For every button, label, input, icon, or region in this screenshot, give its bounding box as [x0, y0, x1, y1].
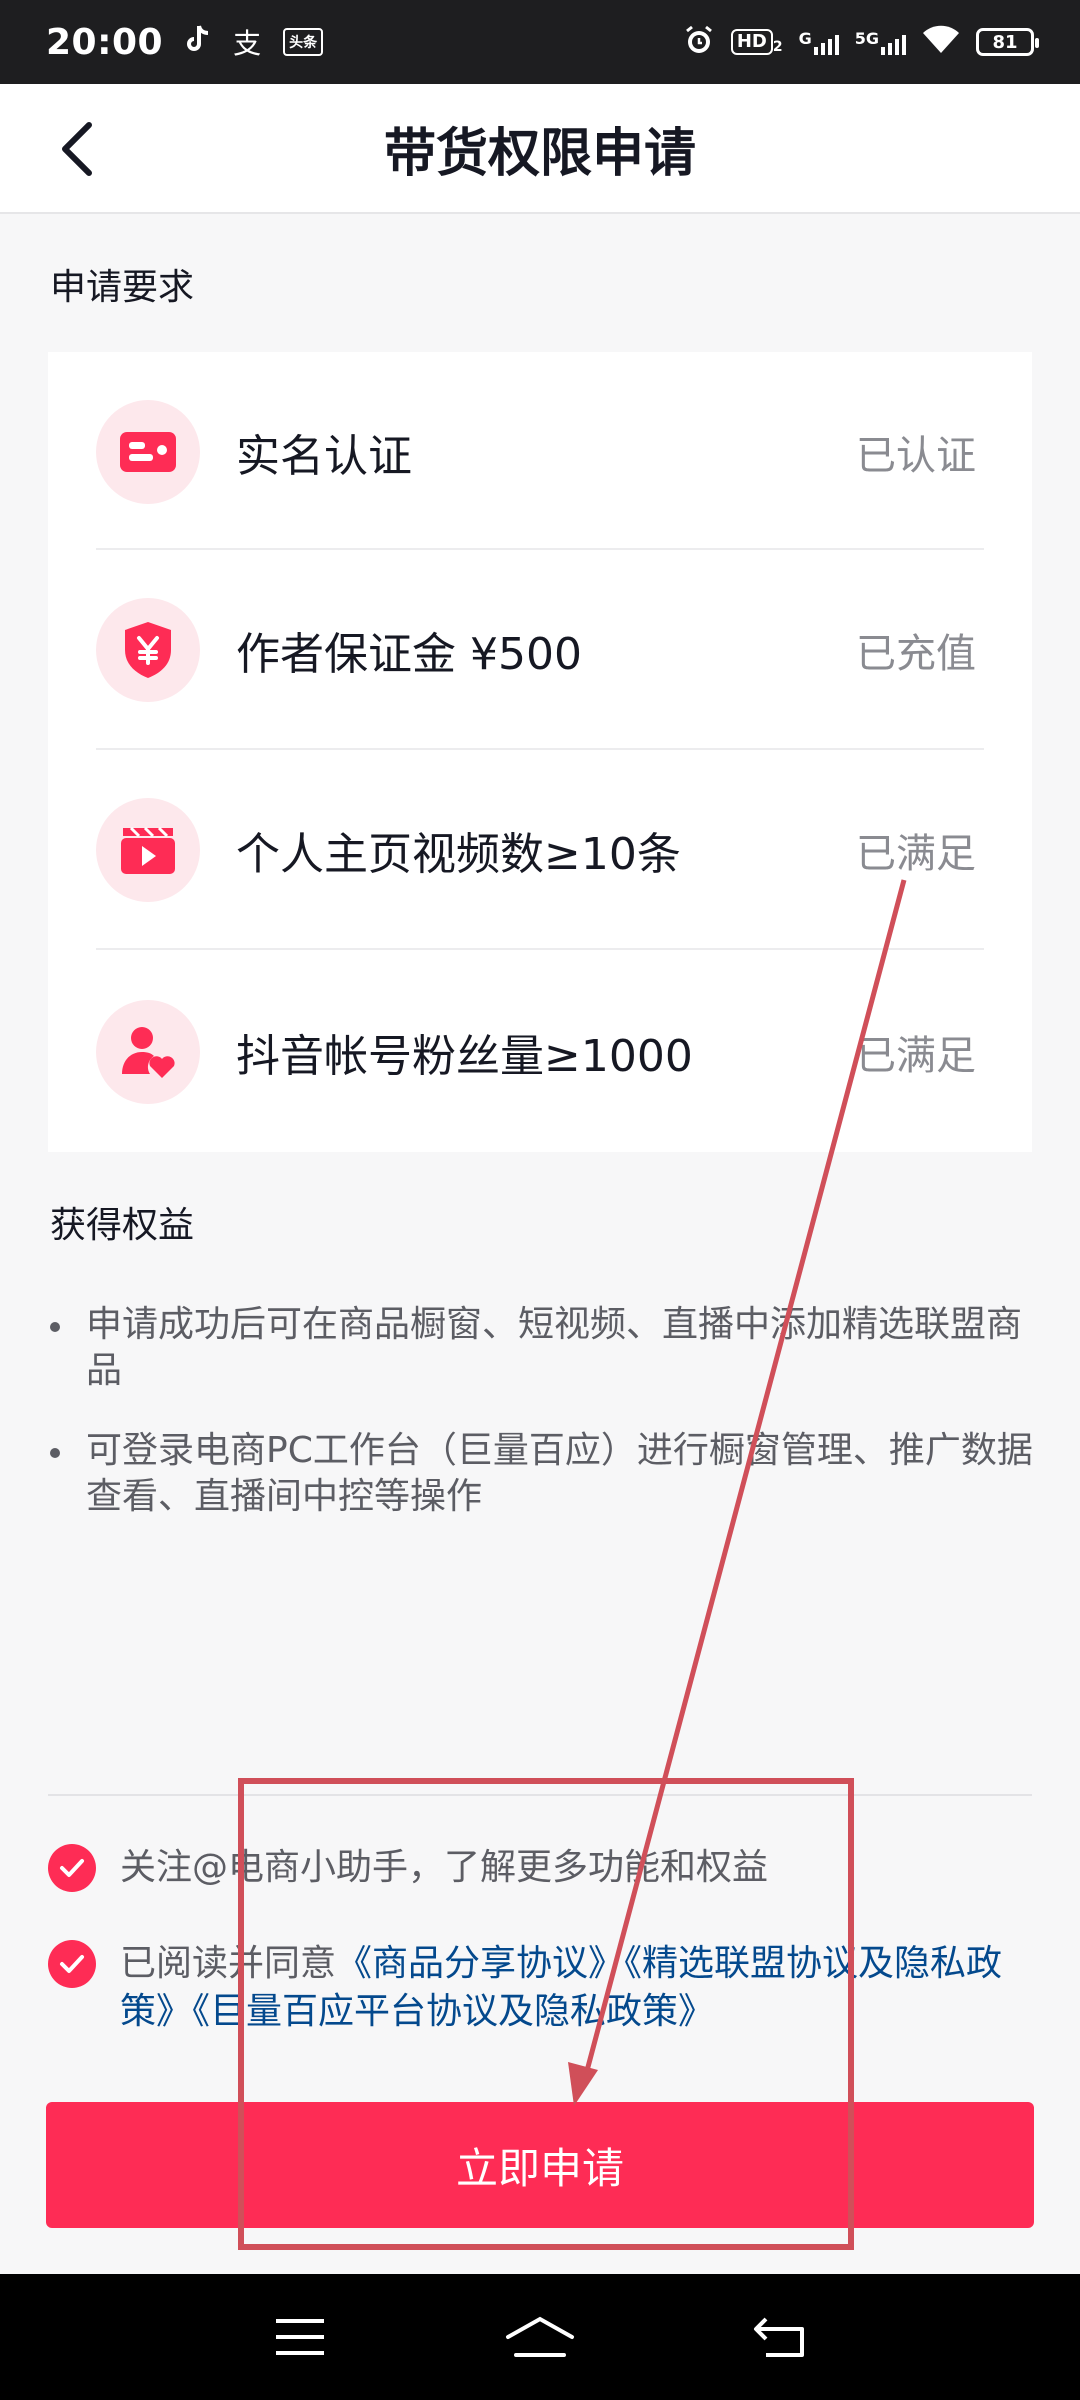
battery-level: 81: [992, 31, 1018, 53]
requirement-label: 个人主页视频数≥10条: [236, 829, 681, 880]
requirement-row: 作者保证金 ¥500 已充值: [96, 550, 984, 750]
terms-prefix: 已阅读并同意: [120, 1943, 337, 1984]
menu-button[interactable]: [260, 2297, 340, 2377]
status-right: HD 2 G 5G 81: [683, 24, 1039, 60]
back-arrow-icon: [62, 122, 92, 176]
wifi-icon: [922, 25, 960, 59]
video-clapper-icon: [96, 798, 200, 902]
alipay-icon: 支: [233, 27, 262, 60]
page-title: 带货权限申请: [383, 123, 696, 184]
signal-1: G: [799, 29, 839, 55]
back-system-button[interactable]: [740, 2297, 820, 2377]
check-icon: [60, 1955, 84, 1973]
benefit-item: 申请成功后可在商品橱窗、短视频、直播中添加精选联盟商品: [50, 1302, 1034, 1394]
requirement-label: 实名认证: [236, 431, 412, 482]
platform-agreement-link[interactable]: 《巨量百应平台协议及隐私政策》: [192, 1991, 714, 2032]
requirements-title: 申请要求: [50, 267, 195, 308]
check-icon: [60, 1859, 84, 1877]
benefits-list: 申请成功后可在商品橱窗、短视频、直播中添加精选联盟商品 可登录电商PC工作台（巨…: [50, 1302, 1034, 1554]
requirement-row: 实名认证 已认证: [96, 352, 984, 552]
requirement-row: 个人主页视频数≥10条 已满足: [96, 750, 984, 950]
hd-label: HD: [730, 29, 773, 55]
status-bar: 20:00 支 头条 HD 2 G 5G 81: [0, 0, 1080, 84]
row-divider: [96, 948, 984, 950]
requirement-label: 抖音帐号粉丝量≥1000: [236, 1031, 693, 1082]
yuan-shield-icon: [96, 598, 200, 702]
follow-agreement-row: 关注@电商小助手，了解更多功能和权益: [48, 1844, 1032, 1892]
return-icon: [754, 2317, 804, 2357]
status-left: 20:00 支 头条: [46, 21, 324, 63]
benefits-title: 获得权益: [50, 1205, 195, 1246]
menu-icon: [276, 2319, 324, 2355]
requirement-status: 已满足: [856, 1033, 976, 1079]
home-icon: [506, 2316, 574, 2357]
net-label-2: 5G: [854, 29, 879, 48]
toutiao-icon: 头条: [283, 28, 324, 56]
terms-checkbox[interactable]: [48, 1940, 96, 1988]
net-label-1: G: [798, 29, 812, 48]
requirement-label: 作者保证金 ¥500: [236, 629, 582, 680]
requirement-status: 已认证: [856, 433, 976, 479]
product-share-agreement-link[interactable]: 《商品分享协议》: [336, 1943, 624, 1984]
tiktok-icon: [185, 24, 211, 61]
id-card-icon: [96, 400, 200, 504]
follow-checkbox[interactable]: [48, 1844, 96, 1892]
signal-bars-icon: [881, 29, 906, 55]
nav-bar: 带货权限申请: [0, 84, 1080, 214]
follow-text: 关注@电商小助手，了解更多功能和权益: [120, 1847, 769, 1888]
page: 20:00 支 头条 HD 2 G 5G 81 带货权限申请 申请要求 实名认证…: [0, 0, 1080, 2400]
requirement-row: 抖音帐号粉丝量≥1000 已满足: [96, 952, 984, 1152]
requirement-status: 已充值: [856, 631, 976, 677]
back-button[interactable]: [44, 116, 110, 182]
signal-2: 5G: [855, 29, 906, 55]
requirements-card: 实名认证 已认证 作者保证金 ¥500 已充值 个人主页视频数≥10条 已满足 …: [48, 352, 1032, 1152]
fans-heart-icon: [96, 1000, 200, 1104]
battery-icon: 81: [976, 28, 1039, 56]
signal-bars-icon: [813, 29, 839, 55]
hd-badge: HD 2: [730, 29, 783, 55]
terms-agreement-row: 已阅读并同意《商品分享协议》《精选联盟协议及隐私政策》《巨量百应平台协议及隐私政…: [48, 1940, 1032, 2036]
system-nav-bar: [0, 2274, 1080, 2400]
hd-sub: 2: [772, 39, 783, 55]
apply-now-button[interactable]: 立即申请: [46, 2102, 1034, 2228]
status-time: 20:00: [46, 21, 164, 63]
requirement-status: 已满足: [856, 831, 976, 877]
home-button[interactable]: [500, 2297, 580, 2377]
terms-text: 已阅读并同意《商品分享协议》《精选联盟协议及隐私政策》《巨量百应平台协议及隐私政…: [120, 1940, 1032, 2036]
alarm-icon: [683, 24, 715, 60]
agreement-divider: [48, 1794, 1032, 1796]
benefit-item: 可登录电商PC工作台（巨量百应）进行橱窗管理、推广数据查看、直播间中控等操作: [50, 1428, 1034, 1520]
